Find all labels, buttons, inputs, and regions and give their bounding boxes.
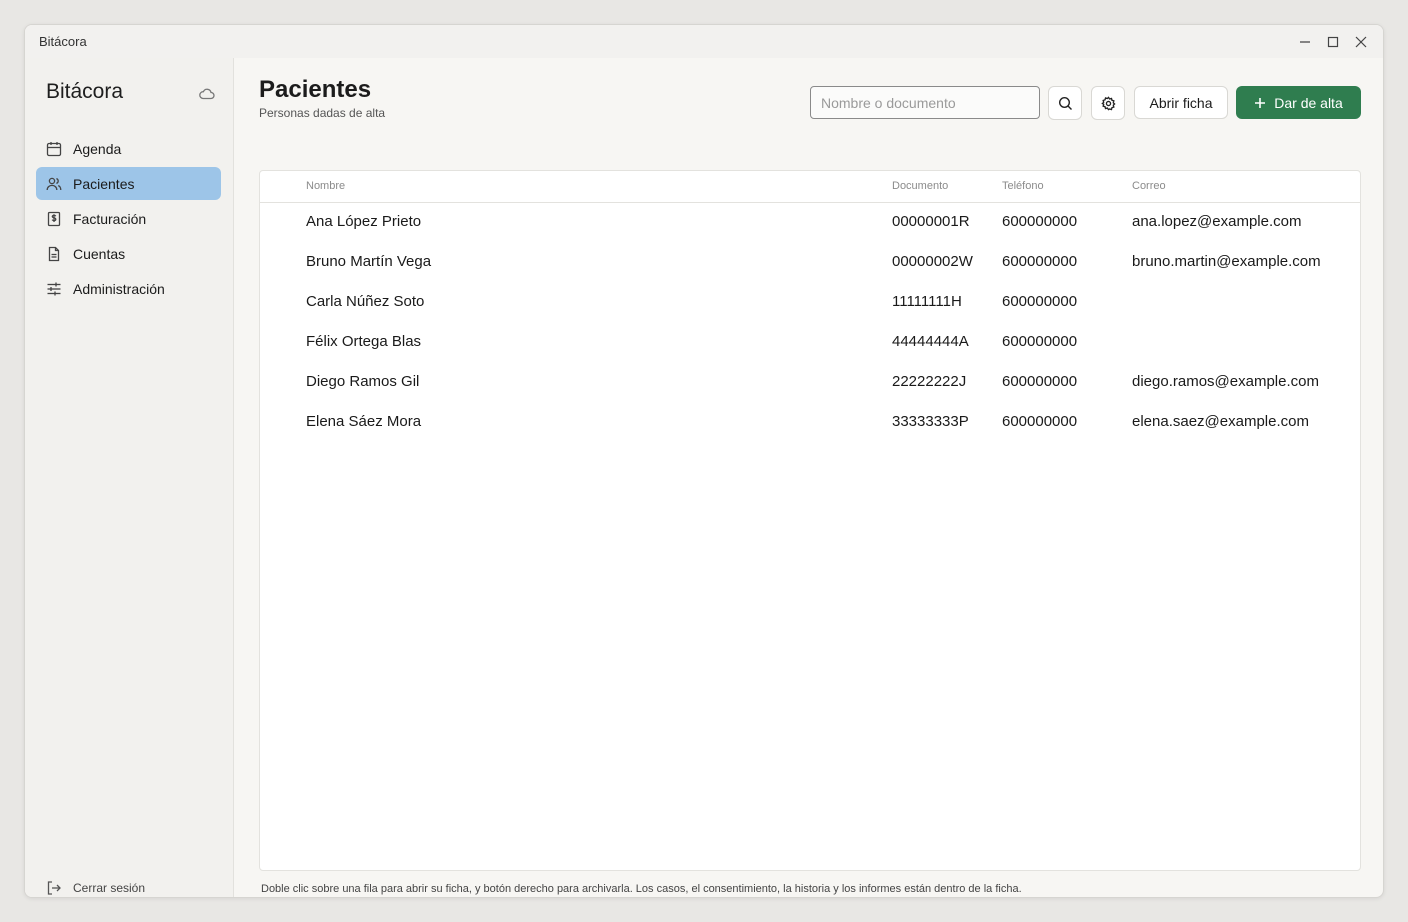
sidebar-nav: Agenda Pacientes Facturación Cuentas Adm… [36,132,221,307]
sidebar-item-label: Facturación [73,210,147,227]
cell-email: bruno.martin@example.com [1132,253,1321,270]
maximize-icon [1327,36,1339,47]
search-input[interactable] [810,86,1040,119]
sidebar-item-label: Agenda [73,140,122,157]
logout-label: Cerrar sesión [73,881,146,895]
column-header-email[interactable]: Correo [1132,180,1166,192]
patients-table: Nombre Documento Teléfono Correo Ana Lóp… [259,170,1361,871]
sidebar-item-cuentas[interactable]: Cuentas [36,237,221,270]
gear-icon [1100,95,1116,110]
column-header-document[interactable]: Documento [892,180,948,192]
column-header-phone[interactable]: Teléfono [1002,180,1044,192]
close-icon [1355,36,1367,47]
logout-button[interactable]: Cerrar sesión [46,880,145,896]
document-icon [48,246,60,261]
cell-email: diego.ramos@example.com [1132,373,1319,390]
cell-email: elena.saez@example.com [1132,413,1309,430]
table-row[interactable]: Carla Núñez Soto 11111111H 600000000 [260,282,1360,322]
cell-name: Diego Ramos Gil [306,373,420,390]
maximize-button[interactable] [1319,28,1347,56]
minimize-button[interactable] [1291,28,1319,56]
cell-document: 11111111H [892,293,962,310]
search-icon [1058,96,1072,110]
app-brand: Bitácora [46,80,124,103]
close-button[interactable] [1347,28,1375,56]
cell-name: Ana López Prieto [306,213,422,230]
table-row[interactable]: Bruno Martín Vega 00000002W 600000000 br… [260,242,1360,282]
cell-phone: 600000000 [1002,373,1078,390]
cell-document: 00000001R [892,213,970,230]
invoice-icon [47,211,61,226]
sidebar-item-agenda[interactable]: Agenda [36,132,221,165]
footer-hint: Doble clic sobre una fila para abrir su … [261,883,1022,895]
table-row[interactable]: Félix Ortega Blas 44444444A 600000000 [260,322,1360,362]
add-patient-label: Dar de alta [1274,94,1343,111]
sidebar-item-label: Pacientes [73,175,135,192]
sidebar-item-pacientes[interactable]: Pacientes [36,167,221,200]
window-title: Bitácora [39,34,87,49]
table-row[interactable]: Diego Ramos Gil 22222222J 600000000 dieg… [260,362,1360,402]
page-subtitle: Personas dadas de alta [259,106,386,120]
cloud-icon[interactable] [199,87,215,105]
main-content: Pacientes Personas dadas de alta Abrir f… [235,58,1383,897]
minimize-icon [1300,40,1310,43]
cell-document: 33333333P [892,413,969,430]
sidebar-item-label: Administración [73,280,165,297]
cell-name: Bruno Martín Vega [306,253,432,270]
cell-document: 44444444A [892,333,969,350]
plus-icon [1255,97,1266,108]
title-bar: Bitácora [25,25,1383,58]
cell-document: 22222222J [892,373,967,390]
sidebar: Bitácora Agenda Pacientes Facturación Cu… [25,58,234,897]
cell-phone: 600000000 [1002,413,1078,430]
table-row[interactable]: Ana López Prieto 00000001R 600000000 ana… [260,202,1360,242]
search-button[interactable] [1048,86,1082,120]
sidebar-item-facturacion[interactable]: Facturación [36,202,221,235]
sliders-icon [47,282,61,295]
table-row[interactable]: Elena Sáez Mora 33333333P 600000000 elen… [260,402,1360,442]
sidebar-item-administracion[interactable]: Administración [36,272,221,305]
add-patient-button[interactable]: Dar de alta [1236,86,1361,119]
cell-phone: 600000000 [1002,213,1078,230]
logout-icon [47,881,61,895]
cell-document: 00000002W [892,253,973,270]
app-window: Bitácora Bitácora Agenda Pacientes Factu… [24,24,1384,898]
window-controls [1291,25,1375,58]
calendar-icon [46,141,62,156]
cell-name: Félix Ortega Blas [306,333,422,350]
page-title: Pacientes [259,76,372,103]
users-icon [46,177,62,190]
cell-name: Carla Núñez Soto [306,293,425,310]
cell-email: ana.lopez@example.com [1132,213,1302,230]
cell-phone: 600000000 [1002,333,1078,350]
open-record-button[interactable]: Abrir ficha [1134,86,1228,119]
cell-name: Elena Sáez Mora [306,413,422,430]
cell-phone: 600000000 [1002,253,1078,270]
sidebar-item-label: Cuentas [73,245,126,262]
settings-button[interactable] [1091,86,1125,120]
cell-phone: 600000000 [1002,293,1078,310]
column-header-name[interactable]: Nombre [306,180,345,192]
table-header: Nombre Documento Teléfono Correo [260,171,1360,203]
